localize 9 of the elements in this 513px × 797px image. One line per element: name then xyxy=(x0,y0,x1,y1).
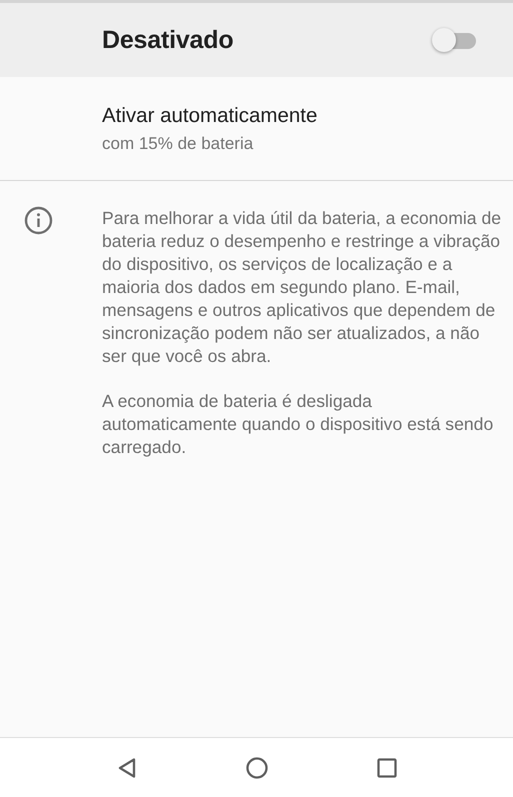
info-paragraph: A economia de bateria é desligada automaticamente quando o dispositivo está sendo carregado. xyxy=(102,390,494,459)
info-paragraph: Para melhorar a vida útil da bateria, a economia de bateria reduz o desempenho e restringe a vibração do dispositivo, os serviços de localização e a maioria dos dados em segundo plano. E-mail, mensagens e outros aplicativos que dependem de sincronização podem não ser atualizados, a não ser que você os abra. xyxy=(102,207,502,368)
setting-summary: com 15% de bateria xyxy=(102,134,254,154)
recents-icon[interactable] xyxy=(376,756,398,778)
setting-title[interactable]: Ativar automaticamente xyxy=(102,104,318,128)
info-icon xyxy=(24,206,53,235)
toggle-switch[interactable] xyxy=(432,27,476,53)
switch-label: Desativado xyxy=(102,26,234,54)
home-icon[interactable] xyxy=(246,756,268,778)
